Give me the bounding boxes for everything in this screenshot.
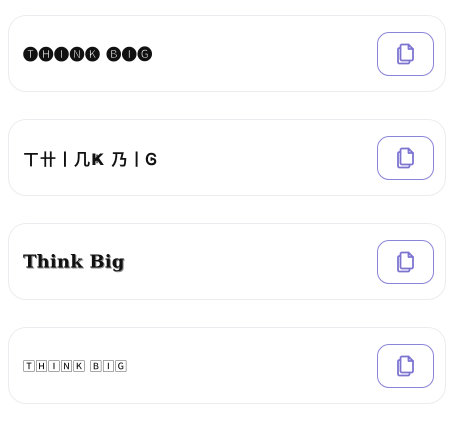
copy-button[interactable]: [377, 31, 434, 76]
styled-text[interactable]: Think Big: [23, 251, 125, 272]
copy-icon: [396, 355, 414, 376]
copy-icon: [396, 251, 414, 272]
font-result-card: Think Big: [8, 223, 446, 300]
copy-icon: [396, 43, 414, 64]
copy-button[interactable]: [377, 343, 434, 388]
copy-button[interactable]: [377, 239, 434, 284]
font-result-card: ㄒ卄丨几Ҝ 乃丨Ꮆ: [8, 119, 446, 196]
font-result-card: 🅣🅗🅘🅝🅚 🅑🅘🅖: [8, 15, 446, 92]
font-results-list: 🅣🅗🅘🅝🅚 🅑🅘🅖 ㄒ卄丨几Ҝ 乃丨Ꮆ Think Big 🅃🄷🄸🄽🄺 🄱🄸🄶: [0, 0, 457, 423]
font-result-card: 🅃🄷🄸🄽🄺 🄱🄸🄶: [8, 327, 446, 404]
styled-text[interactable]: 🅣🅗🅘🅝🅚 🅑🅘🅖: [23, 43, 153, 64]
styled-text[interactable]: 🅃🄷🄸🄽🄺 🄱🄸🄶: [23, 357, 127, 374]
copy-icon: [396, 147, 414, 168]
styled-text[interactable]: ㄒ卄丨几Ҝ 乃丨Ꮆ: [23, 146, 158, 170]
copy-button[interactable]: [377, 135, 434, 180]
